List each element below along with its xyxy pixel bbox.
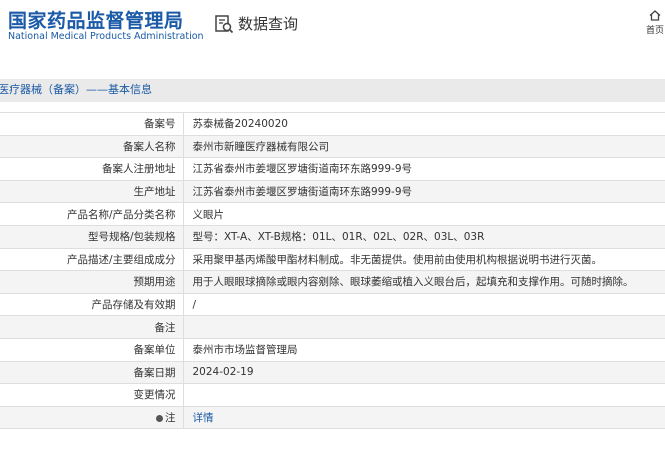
section-title: 医疗器械（备案）——基本信息 bbox=[0, 79, 665, 102]
note-label-cell: 注 bbox=[0, 405, 184, 430]
org-name-en[interactable]: National Medical Products Administration bbox=[8, 31, 204, 42]
field-label: 型号规格/包装规格 bbox=[0, 224, 184, 249]
data-query-link[interactable]: 数据查询 bbox=[214, 13, 298, 34]
field-label: 备案人注册地址 bbox=[0, 157, 184, 181]
table-row: 预期用途 用于人眼眼球摘除或眼内容剜除、眼球萎缩或植入义眼台后，起填充和支撑作用… bbox=[0, 270, 665, 294]
field-label: 注 bbox=[165, 412, 176, 425]
org-name-cn[interactable]: 国家药品监督管理局 bbox=[8, 6, 184, 33]
field-label: 产品描述/主要组成成分 bbox=[0, 247, 184, 272]
table-row: 生产地址 江苏省泰州市姜堰区罗塘街道南环东路999-9号 bbox=[0, 179, 665, 204]
field-value: 泰州市市场监督管理局 bbox=[183, 337, 665, 362]
table-row: 备案人注册地址 江苏省泰州市姜堰区罗塘街道南环东路999-9号 bbox=[0, 157, 665, 181]
field-value: / bbox=[183, 292, 665, 317]
details-link[interactable]: 详情 bbox=[193, 412, 214, 424]
table-row: 型号规格/包装规格 型号：XT-A、XT-B规格：01L、01R、02L、02R… bbox=[0, 224, 665, 249]
table-row: 备案人名称 泰州市新瞳医疗器械有限公司 bbox=[0, 134, 665, 159]
field-label: 变更情况 bbox=[0, 383, 184, 407]
data-query-label: 数据查询 bbox=[238, 15, 299, 33]
section-title-text: 医疗器械（备案）——基本信息 bbox=[0, 83, 152, 96]
search-document-icon bbox=[215, 14, 234, 33]
table-row: 产品存储及有效期 / bbox=[0, 292, 665, 317]
field-label: 备案单位 bbox=[0, 337, 184, 362]
field-value: 用于人眼眼球摘除或眼内容剜除、眼球萎缩或植入义眼台后，起填充和支撑作用。可随时摘… bbox=[183, 270, 665, 294]
table-row: 变更情况 bbox=[0, 383, 665, 407]
field-label: 备注 bbox=[0, 315, 184, 339]
field-label: 产品存储及有效期 bbox=[0, 292, 184, 317]
home-link[interactable]: 首页 bbox=[643, 10, 665, 36]
field-label: 备案日期 bbox=[0, 360, 184, 385]
field-value: 苏泰械备20240020 bbox=[183, 112, 665, 136]
field-value: 义眼片 bbox=[183, 202, 665, 226]
field-label: 备案人名称 bbox=[0, 134, 184, 159]
record-detail-table: 备案号 苏泰械备20240020 备案人名称 泰州市新瞳医疗器械有限公司 备案人… bbox=[0, 112, 665, 430]
field-value: 型号：XT-A、XT-B规格：01L、01R、02L、02R、03L、03R bbox=[183, 224, 665, 249]
note-value-cell: 详情 bbox=[183, 405, 665, 430]
field-value bbox=[183, 315, 665, 339]
field-label: 生产地址 bbox=[0, 179, 184, 204]
table-row: 产品描述/主要组成成分 采用聚甲基丙烯酸甲酯材料制成。非无菌提供。使用前由使用机… bbox=[0, 247, 665, 272]
table-row: 备案单位 泰州市市场监督管理局 bbox=[0, 337, 665, 362]
field-value: 采用聚甲基丙烯酸甲酯材料制成。非无菌提供。使用前由使用机构根据说明书进行灭菌。 bbox=[183, 247, 665, 272]
home-label: 首页 bbox=[645, 26, 664, 36]
table-row: 备案号 苏泰械备20240020 bbox=[0, 112, 665, 136]
table-row: 产品名称/产品分类名称 义眼片 bbox=[0, 202, 665, 226]
field-value bbox=[183, 383, 665, 407]
field-value: 2024-02-19 bbox=[183, 360, 665, 385]
field-label: 备案号 bbox=[0, 112, 184, 136]
field-value: 泰州市新瞳医疗器械有限公司 bbox=[183, 134, 665, 159]
site-header: 国家药品监督管理局 National Medical Products Admi… bbox=[0, 0, 665, 64]
table-row: 备注 bbox=[0, 315, 665, 339]
field-value: 江苏省泰州市姜堰区罗塘街道南环东路999-9号 bbox=[183, 179, 665, 204]
field-value: 江苏省泰州市姜堰区罗塘街道南环东路999-9号 bbox=[183, 157, 665, 181]
table-row: 注 详情 bbox=[0, 405, 665, 430]
home-icon bbox=[649, 10, 661, 21]
table-row: 备案日期 2024-02-19 bbox=[0, 360, 665, 385]
tip-icon bbox=[156, 414, 163, 422]
field-label: 产品名称/产品分类名称 bbox=[0, 202, 184, 226]
field-label: 预期用途 bbox=[0, 270, 184, 294]
